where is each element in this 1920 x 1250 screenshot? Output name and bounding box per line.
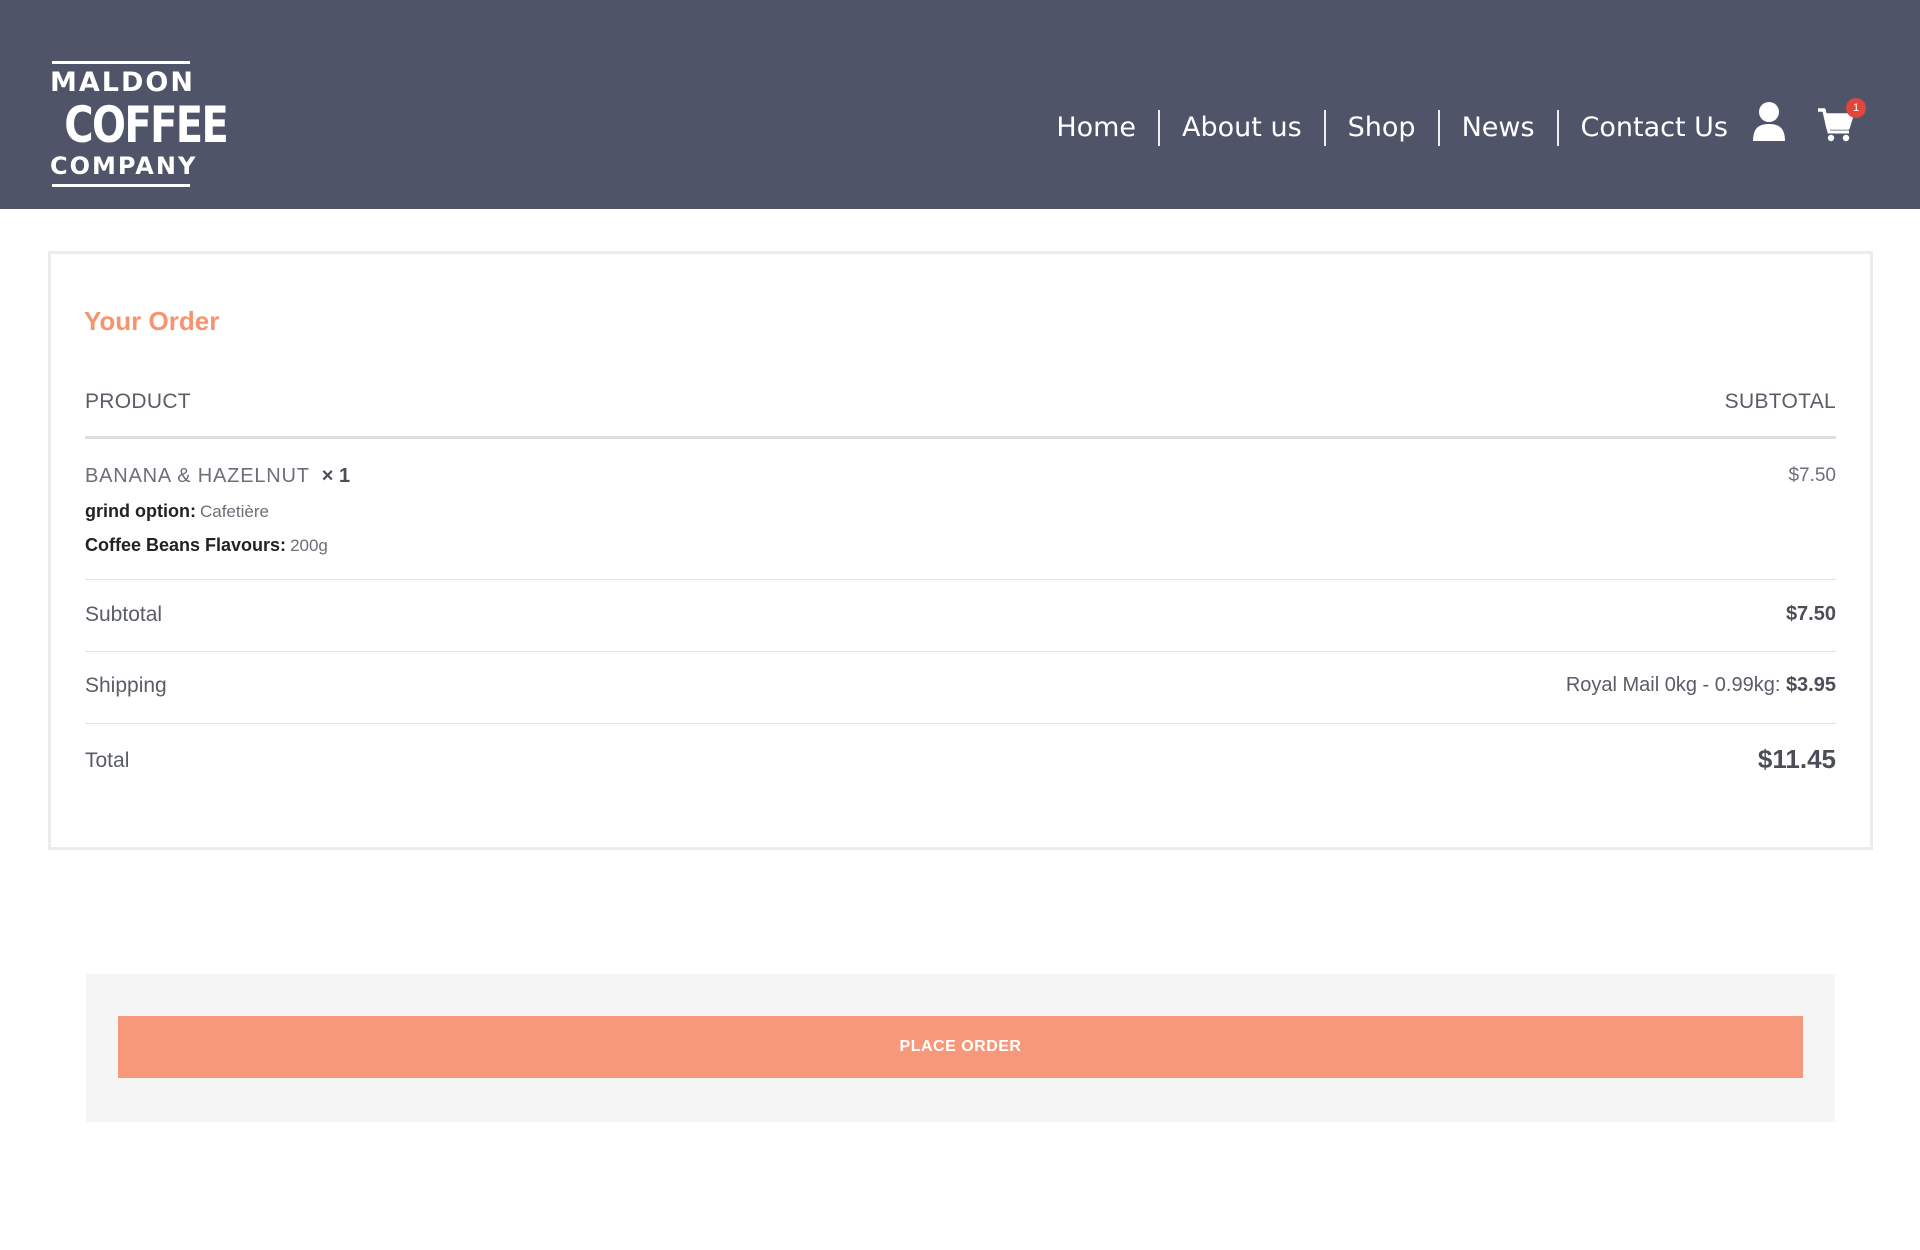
- item-meta-flavour: Coffee Beans Flavours: 200g: [85, 535, 328, 556]
- nav-shop[interactable]: Shop: [1326, 110, 1438, 146]
- header-divider: [85, 436, 1836, 439]
- subtotal-amount: $7.50: [1785, 603, 1836, 625]
- item-meta-grind: grind option: Cafetière: [85, 501, 269, 522]
- order-item-name: BANANA & HAZELNUT × 1: [85, 465, 350, 488]
- user-icon[interactable]: [1752, 101, 1786, 141]
- product-quantity: × 1: [321, 465, 351, 487]
- meta-label: grind option:: [85, 501, 196, 521]
- order-title: Your Order: [84, 306, 220, 336]
- order-item-price: $7.50: [1788, 465, 1836, 486]
- place-order-button[interactable]: PLACE ORDER: [118, 1016, 1803, 1078]
- product-column-header: PRODUCT: [85, 390, 191, 413]
- subtotal-label: Subtotal: [85, 603, 163, 626]
- cart-count-badge: 1: [1846, 98, 1866, 118]
- meta-value: Cafetière: [199, 502, 269, 521]
- nav-divider: [1158, 110, 1161, 146]
- item-divider: [85, 579, 1836, 580]
- main-navigation: Home About us Shop News Contact Us: [1056, 108, 1750, 148]
- site-header: MALDON COFFEE COMPANY Home About us Shop…: [0, 0, 1920, 209]
- logo-line-2: COFFEE: [64, 96, 229, 154]
- shipping-divider: [85, 723, 1836, 724]
- shipping-method: Royal Mail 0kg - 0.99kg:: [1565, 674, 1781, 696]
- total-value: $11.45: [1757, 744, 1836, 774]
- order-review: Your Order PRODUCT SUBTOTAL BANANA & HAZ…: [48, 251, 1873, 850]
- payment-section: PLACE ORDER: [86, 974, 1835, 1122]
- nav-divider: [1556, 110, 1559, 146]
- logo-top-rule: [52, 61, 190, 64]
- nav-divider: [1323, 110, 1326, 146]
- nav-contact-us[interactable]: Contact Us: [1559, 110, 1750, 146]
- shipping-label: Shipping: [85, 674, 167, 697]
- meta-value: 200g: [290, 536, 328, 555]
- subtotal-value: $7.50: [1786, 603, 1836, 626]
- shipping-amount: $3.95: [1785, 674, 1836, 696]
- product-name: BANANA & HAZELNUT: [85, 465, 310, 487]
- logo-line-3: COMPANY: [50, 152, 198, 180]
- total-label: Total: [85, 749, 130, 772]
- subtotal-column-header: SUBTOTAL: [1724, 390, 1836, 413]
- nav-divider: [1437, 110, 1440, 146]
- maldon-coffee-logo[interactable]: MALDON COFFEE COMPANY: [50, 61, 229, 196]
- nav-home[interactable]: Home: [1056, 110, 1158, 146]
- nav-news[interactable]: News: [1440, 110, 1557, 146]
- meta-label: Coffee Beans Flavours:: [85, 535, 287, 555]
- logo-bottom-rule: [52, 184, 190, 187]
- logo-line-1: MALDON: [50, 67, 195, 98]
- subtotal-divider: [85, 651, 1836, 652]
- nav-about-us[interactable]: About us: [1160, 110, 1324, 146]
- shipping-value: Royal Mail 0kg - 0.99kg: $3.95: [1566, 674, 1836, 697]
